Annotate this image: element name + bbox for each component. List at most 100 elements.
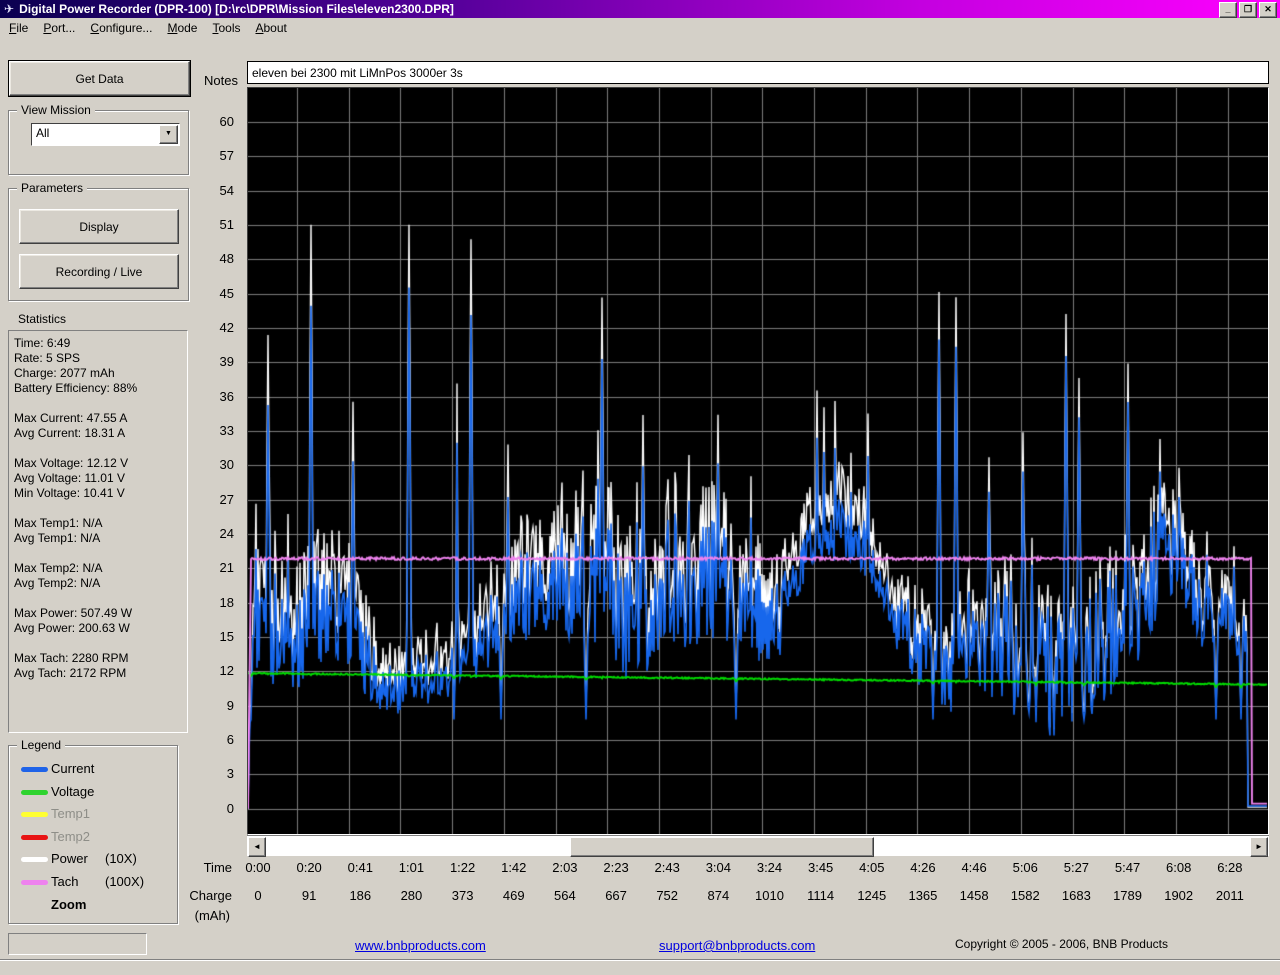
view-mission-label: View Mission <box>17 103 95 117</box>
app-icon: ✈ <box>4 2 15 16</box>
stat-line: Max Temp2: N/A <box>14 561 103 575</box>
y-tick: 57 <box>219 148 234 164</box>
legend-label: Tach <box>51 873 79 889</box>
stat-line: Avg Voltage: 11.01 V <box>14 471 125 485</box>
statistics-box: Time: 6:49 Rate: 5 SPS Charge: 2077 mAh Bat… <box>8 330 188 733</box>
time-tick: 2:43 <box>654 860 680 875</box>
stat-line <box>14 546 187 561</box>
chevron-down-icon[interactable]: ▼ <box>159 125 178 144</box>
time-tick: 0:00 <box>245 860 271 875</box>
title-bar: ✈ Digital Power Recorder (DPR-100) [D:\r… <box>0 0 1280 18</box>
time-tick: 4:05 <box>859 860 885 875</box>
charge-tick: 2011 <box>1215 888 1244 903</box>
legend-label: Temp1 <box>51 806 91 822</box>
time-tick: 3:04 <box>705 860 731 875</box>
stat-line <box>14 501 187 516</box>
recording-live-button[interactable]: Recording / Live <box>19 254 179 289</box>
stat-line <box>14 441 187 456</box>
y-tick: 54 <box>219 182 234 198</box>
chart-canvas[interactable] <box>248 88 1268 834</box>
y-tick: 27 <box>219 491 234 507</box>
charge-tick: 1683 <box>1061 888 1091 903</box>
time-tick: 0:20 <box>296 860 322 875</box>
charge-tick: 874 <box>707 888 730 903</box>
y-tick: 21 <box>219 560 234 576</box>
stat-line: Rate: 5 SPS <box>14 351 81 365</box>
mission-combobox[interactable]: All ▼ <box>31 123 180 146</box>
h-scrollbar[interactable]: ◄ ► <box>247 835 1269 857</box>
charge-tick: 1114 <box>807 888 835 903</box>
notes-input[interactable] <box>247 61 1269 84</box>
stat-line <box>14 591 187 606</box>
display-button[interactable]: Display <box>19 209 179 244</box>
y-tick: 18 <box>219 594 234 610</box>
time-tick: 5:27 <box>1063 860 1090 875</box>
time-tick: 3:24 <box>756 860 783 875</box>
stat-line: Avg Power: 200.63 W <box>14 621 130 635</box>
copyright-text: Copyright © 2005 - 2006, BNB Products <box>955 937 1168 951</box>
support-email-link[interactable]: support@bnbproducts.com <box>659 938 815 953</box>
y-tick: 15 <box>219 629 234 645</box>
y-tick: 24 <box>219 526 234 541</box>
menu-bar: File Port... Configure... Mode Tools About <box>0 18 1280 38</box>
menu-item-about[interactable]: About <box>255 21 286 35</box>
y-tick: 48 <box>219 251 234 267</box>
charge-tick: 186 <box>349 888 372 903</box>
chart-plot[interactable] <box>247 87 1269 835</box>
scrollbar-thumb[interactable] <box>570 837 874 857</box>
close-button[interactable]: ✕ <box>1259 2 1277 18</box>
y-tick: 45 <box>219 285 234 301</box>
y-tick: 51 <box>219 216 234 232</box>
y-tick: 6 <box>226 732 234 748</box>
y-tick: 30 <box>219 457 234 473</box>
menu-item-mode[interactable]: Mode <box>167 21 197 35</box>
time-tick: 2:03 <box>552 860 578 875</box>
stat-line: Avg Tach: 2172 RPM <box>14 666 127 680</box>
charge-tick: 91 <box>301 888 317 903</box>
legend-item-temp2: Temp2 <box>9 826 177 849</box>
time-tick: 6:08 <box>1166 860 1192 875</box>
time-tick: 6:28 <box>1217 860 1243 875</box>
charge-axis: 0 91 186 280 373 469 564 667 752 874 1010 1114 1245 1… <box>0 888 1280 903</box>
charge-tick: 1365 <box>908 888 938 903</box>
time-tick: 1:01 <box>398 860 425 875</box>
stat-line: Avg Current: 18.31 A <box>14 426 126 440</box>
scroll-left-icon[interactable]: ◄ <box>248 837 266 857</box>
time-tick: 2:23 <box>603 860 629 875</box>
y-tick: 60 <box>219 113 234 129</box>
minimize-button[interactable]: _ <box>1219 2 1237 18</box>
current-swatch-icon <box>21 767 48 772</box>
app-window: ✈ Digital Power Recorder (DPR-100) [D:\r… <box>0 0 1280 975</box>
stat-line: Max Tach: 2280 RPM <box>14 651 129 665</box>
charge-unit-label: (mAh) <box>194 908 230 923</box>
stat-line <box>14 636 187 651</box>
charge-tick: 1245 <box>857 888 887 903</box>
menu-item-file[interactable]: File <box>9 21 28 35</box>
legend-label: Current <box>51 761 95 776</box>
charge-tick: 280 <box>400 888 423 903</box>
stat-line: Min Voltage: 10.41 V <box>14 486 125 500</box>
stat-line <box>14 396 187 411</box>
time-tick: 5:47 <box>1114 860 1141 875</box>
restore-button[interactable]: ❐ <box>1239 2 1257 18</box>
legend-label: Legend <box>17 738 66 752</box>
website-link[interactable]: www.bnbproducts.com <box>355 938 486 953</box>
charge-tick: 1010 <box>755 888 784 903</box>
menu-item-port[interactable]: Port... <box>43 21 75 35</box>
menu-item-configure[interactable]: Configure... <box>90 21 152 35</box>
view-mission-group: View Mission All ▼ <box>8 103 189 175</box>
stat-line: Avg Temp1: N/A <box>14 531 101 545</box>
get-data-button[interactable]: Get Data <box>9 61 190 96</box>
legend-item-temp1: Temp1 <box>9 803 177 826</box>
scroll-right-icon[interactable]: ► <box>1250 837 1268 857</box>
mission-combobox-value: All <box>36 126 50 140</box>
time-tick: 1:22 <box>449 860 476 875</box>
charge-tick: 1582 <box>1010 888 1040 903</box>
charge-tick: 564 <box>554 888 576 903</box>
stat-line: Battery Efficiency: 88% <box>14 381 138 395</box>
y-tick: 36 <box>219 388 234 404</box>
temp2-swatch-icon <box>21 834 48 840</box>
legend-item-current: Current <box>9 758 177 781</box>
y-tick: 12 <box>219 663 234 679</box>
status-bar <box>0 959 1280 961</box>
